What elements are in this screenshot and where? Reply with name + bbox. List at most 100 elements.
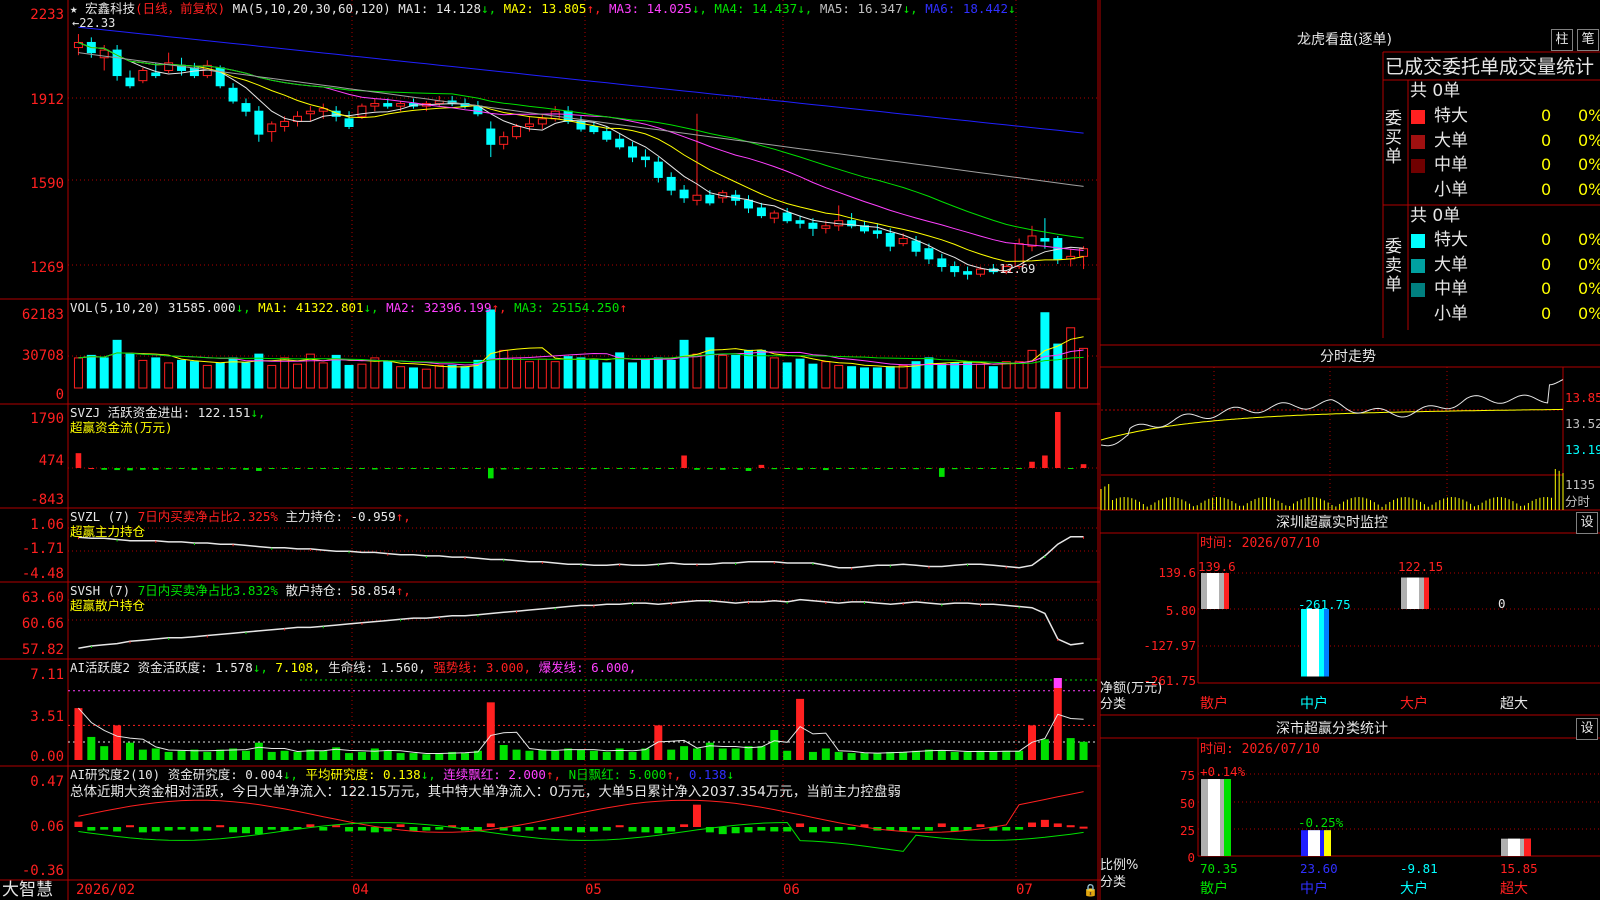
order-size-label: 小单 [1434, 303, 1468, 324]
period-label[interactable]: (日线，前复权) [135, 1, 225, 16]
airesearch-avg: 平均研究度: 0.138 [305, 767, 421, 782]
svsh-hold: 散户持仓: 58.854 [285, 583, 396, 598]
fund-flow-bar [1016, 468, 1022, 469]
research-bar [370, 827, 379, 833]
y-tick-vol-1: 30708 [21, 348, 64, 364]
candle-body [963, 271, 973, 275]
sz-monitor-settings-button[interactable]: 设 [1576, 512, 1598, 534]
research-bar [512, 827, 521, 832]
order-percent: 0% [1578, 230, 1600, 249]
ma1-label: MA1: 14.128 [398, 1, 482, 16]
svzl-arrow: ↑, [395, 509, 411, 524]
fund-flow-bar [127, 468, 133, 471]
research-bar [1040, 819, 1049, 827]
research-bar [164, 827, 173, 831]
y-tick-svzj-2: -843 [30, 492, 64, 508]
svzj-subtitle: 超赢资金流(万元) [70, 420, 173, 435]
activity-bar [1040, 739, 1049, 760]
lock-icon[interactable]: 🔒 [1083, 883, 1098, 898]
fund-flow-bar [964, 468, 971, 469]
fund-flow-bar [668, 468, 674, 469]
chart-panels[interactable] [0, 0, 1100, 900]
candle-body [512, 125, 522, 138]
tick-view-button[interactable]: 笔 [1577, 29, 1599, 51]
order-percent: 0% [1578, 303, 1600, 323]
monitor-bar-fill [1401, 577, 1429, 609]
fund-flow-bar [977, 468, 984, 469]
volume-bar [924, 357, 934, 389]
research-bar [332, 825, 341, 828]
volume-bar [73, 357, 83, 389]
sz-stats-settings-button[interactable]: 设 [1576, 718, 1598, 740]
activity-bar [151, 748, 160, 760]
activity-bar [87, 736, 96, 760]
vol-header: VOL(5,10,20) 31585.000↓, MA1: 41322.801↓… [70, 301, 627, 315]
candle-body [486, 128, 496, 145]
fund-flow-bar [217, 468, 223, 470]
stats-bar-edge [1324, 830, 1331, 856]
ai2-v2: 7.108, [275, 660, 321, 675]
research-bar [602, 827, 611, 831]
ma4-label: MA4: 14.437 [714, 1, 798, 16]
research-bar [422, 827, 431, 831]
activity-bar [976, 750, 985, 760]
high-price-note: ←22.33 [72, 16, 116, 30]
activity-bar [216, 749, 225, 760]
activity-bar [577, 749, 585, 760]
bar-view-button[interactable]: 柱 [1551, 29, 1573, 51]
ai2-activity: 资金活跃度: 1.578 [137, 660, 253, 675]
candle-body [357, 105, 367, 117]
low-price-note: ←12.69 [992, 262, 1036, 276]
vol-value: 31585.000 [167, 300, 236, 315]
fund-flow-bar [333, 468, 339, 469]
candle-body [125, 77, 135, 87]
monitor-bar-highlight [1207, 573, 1219, 609]
fund-flow-bar [256, 468, 262, 471]
activity-bar [667, 749, 676, 760]
y-tick-svzl-0: 1.06 [30, 517, 64, 533]
activity-bar [422, 754, 431, 760]
stats-bar-highlight [1308, 830, 1320, 856]
order-volume: 0 [1541, 155, 1552, 174]
y-tick-svsh-0: 63.60 [21, 590, 64, 606]
research-bar [357, 827, 366, 831]
volume-bar [975, 363, 985, 389]
main-force-line [78, 535, 1084, 569]
candle-body [705, 194, 715, 204]
activity-bar [705, 742, 714, 760]
monitor-category-label: 超大 [1500, 696, 1528, 712]
research-bar [1053, 823, 1062, 827]
volume-bar [782, 362, 792, 389]
candle-body [550, 110, 560, 120]
activity-bar [383, 750, 392, 760]
fund-flow-bar [513, 468, 520, 470]
stats-value-label: -9.81 [1400, 861, 1438, 876]
volume-bar [628, 362, 638, 389]
research-bar [628, 827, 637, 832]
candle-body [756, 207, 766, 217]
volume-bar [202, 364, 212, 389]
sz-stats-xlabel-title: 分类 [1100, 875, 1127, 890]
activity-bar [873, 753, 882, 760]
candle-body [937, 258, 947, 268]
stats-bar-fill [1501, 838, 1531, 856]
fund-flow-bar [230, 468, 236, 470]
fund-flow-bar [462, 468, 468, 469]
volume-bar [718, 354, 728, 389]
activity-bar [319, 750, 328, 760]
legend-swatch [1411, 307, 1425, 322]
research-bar [113, 827, 122, 832]
y-tick-svzl-2: -4.48 [21, 566, 64, 582]
svsh-subtitle: 超赢散户持仓 [70, 598, 146, 613]
ma2-label: MA2: 13.805 [503, 1, 587, 16]
star-icon[interactable]: ★ [70, 1, 78, 16]
research-bar [151, 827, 160, 832]
volume-bar [666, 359, 676, 389]
activity-bar [396, 753, 405, 760]
fund-flow-bar [1003, 468, 1010, 469]
sz-monitor-y-0: 139.6 [1158, 565, 1196, 580]
volume-bar [189, 361, 199, 389]
order-volume: 0 [1541, 130, 1552, 150]
research-bar [667, 827, 676, 832]
activity-bar [486, 702, 495, 760]
